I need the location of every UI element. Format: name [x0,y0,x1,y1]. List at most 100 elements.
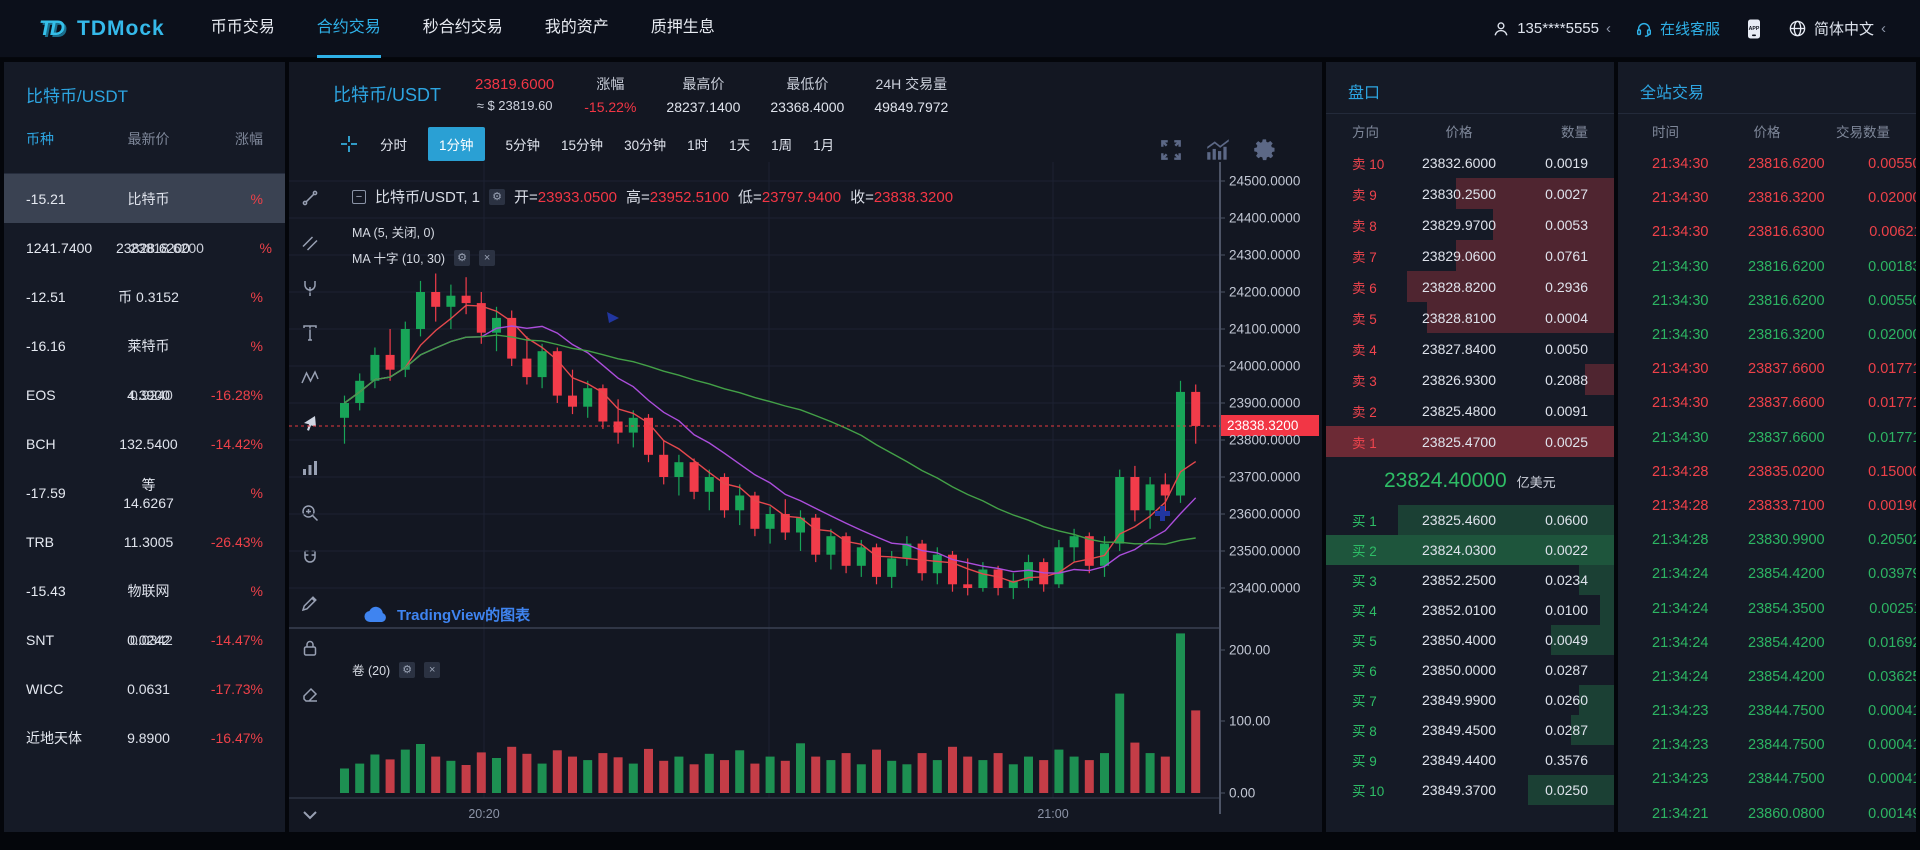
orderbook-sell-row[interactable]: 卖 823829.97000.0053 [1326,209,1614,240]
orderbook-buy-row[interactable]: 买 323852.25000.0234 [1326,565,1614,595]
orderbook-buy-row[interactable]: 买 123825.46000.0600 [1326,505,1614,535]
language-chevron-icon: ‹ [1881,20,1886,37]
volume-gear-icon[interactable]: ⚙ [399,662,415,678]
user-phone: 135****5555 [1517,20,1599,37]
trade-qty: 0.001835 [1825,259,1916,275]
trade-time: 21:34:23 [1652,737,1748,753]
trade-price: 23816.6200 [1748,293,1825,309]
watchlist-row[interactable]: TRB11.3005-26.43% [4,517,285,566]
watchlist-row[interactable]: -12.51币 0.3152% [4,272,285,321]
orderbook-sell-row[interactable]: 卖 223825.48000.0091 [1326,395,1614,426]
trade-qty: 0.017714 [1825,395,1916,411]
svg-text:20:20: 20:20 [468,807,499,821]
language-selector[interactable]: 简体中文 ‹ [1788,18,1886,39]
interval-15分钟[interactable]: 15分钟 [561,134,603,154]
user-account[interactable]: 135****5555 ‹ [1492,20,1611,38]
nav-item-合约交易[interactable]: 合约交易 [317,0,381,58]
nav-item-质押生息[interactable]: 质押生息 [651,0,715,58]
low-label: 低=23797.9400 [738,186,841,207]
orderbook-buy-row[interactable]: 买 823849.45000.0287 [1326,715,1614,745]
trades-panel: 全站交易 时间 价格 交易数量 21:34:3023816.62000.0055… [1618,62,1916,832]
side-cell: 卖 8 [1352,215,1422,235]
orderbook-buy-row[interactable]: 买 723849.99000.0260 [1326,685,1614,715]
trade-row: 21:34:2423854.42000.036251 [1618,660,1916,694]
legend-gear-icon[interactable]: ⚙ [489,189,505,205]
volume-close-icon[interactable]: × [424,662,440,678]
trade-qty: 0.001900 [1825,498,1916,514]
crosshair-icon[interactable] [339,134,359,154]
svg-text:24300.0000: 24300.0000 [1229,248,1300,263]
svg-text:100.00: 100.00 [1229,714,1270,729]
interval-1时[interactable]: 1时 [687,134,708,154]
interval-5分钟[interactable]: 5分钟 [506,134,541,154]
orderbook-buy-row[interactable]: 买 523850.40000.0049 [1326,625,1614,655]
watchlist-row[interactable]: -17.59等 14.6267% [4,468,285,517]
watchlist-row[interactable]: 1241.740023828.620023818.6200% [4,223,285,272]
price-cell: 等 14.6267 [116,475,181,511]
interval-1天[interactable]: 1天 [729,134,750,154]
price-cell: 9.8900 [116,730,181,746]
side-cell: 买 10 [1352,780,1422,800]
watchlist-row[interactable]: BCH132.5400-14.42% [4,419,285,468]
trade-row: 21:34:2823835.02000.150000 [1618,455,1916,489]
watchlist-row[interactable]: WICC0.0631-17.73% [4,664,285,713]
interval-1周[interactable]: 1周 [771,134,792,154]
logo[interactable]: TD TDMock [34,12,165,46]
watchlist-row[interactable]: -15.43物联网% [4,566,285,615]
orderbook-sell-row[interactable]: 卖 423827.84000.0050 [1326,333,1614,364]
nav-menu: 币币交易合约交易秒合约交易我的资产质押生息 [211,0,757,58]
interval-分时[interactable]: 分时 [380,134,407,154]
settings-gear-icon[interactable] [1252,136,1279,163]
orderbook-sell-row[interactable]: 卖 723829.06000.0761 [1326,240,1614,271]
qty-cell: 0.0234 [1496,572,1588,588]
price-cell-ghost: 0.9240 [130,387,173,403]
orderbook-buy-row[interactable]: 买 623850.00000.0287 [1326,655,1614,685]
svg-text:24400.0000: 24400.0000 [1229,211,1300,226]
orderbook-buy-row[interactable]: 买 1023849.37000.0250 [1326,775,1614,805]
depth-bar [1585,364,1614,395]
app-icon: APP [1744,18,1764,40]
nav-item-我的资产[interactable]: 我的资产 [545,0,609,58]
watchlist-row[interactable]: SNT0.02420.0342-14.47% [4,615,285,664]
fullscreen-icon[interactable] [1158,137,1184,163]
interval-1月[interactable]: 1月 [813,134,834,154]
nav-item-秒合约交易[interactable]: 秒合约交易 [423,0,503,58]
change-cell: -26.43% [181,534,263,550]
ma-close-icon[interactable]: × [479,250,495,266]
nav-item-币币交易[interactable]: 币币交易 [211,0,275,58]
orderbook-buy-row[interactable]: 买 923849.44000.3576 [1326,745,1614,775]
watchlist-row[interactable]: -15.21比特币% [4,174,285,223]
coin-cell: -16.16 [26,338,116,354]
qty-cell: 0.0019 [1496,155,1588,171]
stat-label: 最低价 [770,74,844,94]
coin-cell: EOS [26,387,116,403]
orderbook-sell-row[interactable]: 卖 923830.25000.0027 [1326,178,1614,209]
watchlist-row[interactable]: EOS4.39000.9240-16.28% [4,370,285,419]
interval-1分钟[interactable]: 1分钟 [428,127,485,161]
chart-style-icon[interactable] [1204,137,1232,163]
price-cell-ghost: 23818.6200 [130,240,204,256]
watchlist-row[interactable]: -16.16莱特币% [4,321,285,370]
trade-row: 21:34:2323844.75000.000419 [1618,728,1916,762]
orderbook-sell-row[interactable]: 卖 323826.93000.2088 [1326,364,1614,395]
svg-text:0.00: 0.00 [1229,786,1255,801]
watchlist-row[interactable]: 近地天体9.8900-16.47% [4,713,285,762]
interval-30分钟[interactable]: 30分钟 [624,134,666,154]
trade-qty: 0.205025 [1825,532,1916,548]
orderbook-sell-row[interactable]: 卖 123825.47000.0025 [1326,426,1614,457]
price-cell: 23828.620023818.6200 [116,240,190,256]
orderbook-buy-row[interactable]: 买 423852.01000.0100 [1326,595,1614,625]
orderbook-sell-row[interactable]: 卖 1023832.60000.0019 [1326,147,1614,178]
orderbook-buy-row[interactable]: 买 223824.03000.0022 [1326,535,1614,565]
trade-price: 23844.7500 [1748,771,1825,787]
orderbook-sell-row[interactable]: 卖 623828.82000.2936 [1326,271,1614,302]
orderbook-sell-row[interactable]: 卖 523828.81000.0004 [1326,302,1614,333]
nav-right: 135****5555 ‹ 在线客服 APP 简体中文 ‹ [1492,18,1886,40]
online-support[interactable]: 在线客服 [1635,18,1720,39]
app-download[interactable]: APP [1744,18,1764,40]
legend-collapse-icon[interactable]: − [352,190,366,204]
price-cell: 23828.8200 [1422,279,1496,295]
trade-row: 21:34:3023837.66000.017714 [1618,421,1916,455]
ma-gear-icon[interactable]: ⚙ [454,250,470,266]
trade-qty: 0.039799 [1825,566,1916,582]
